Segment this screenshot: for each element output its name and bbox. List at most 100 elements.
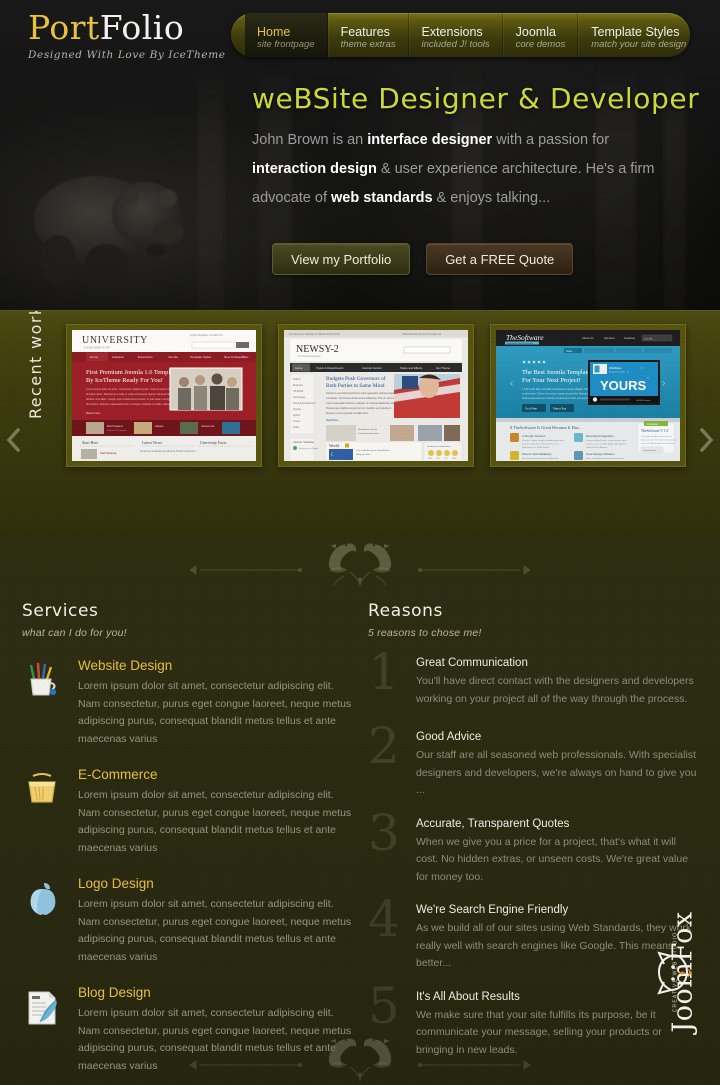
logo-wordmark: PortFolio (28, 8, 218, 48)
hero-desc-text: John Brown is an (252, 132, 368, 148)
reason-number: 3 (368, 803, 400, 862)
svg-text:Try It Free: Try It Free (525, 407, 537, 411)
reasons-title: Reasons (368, 601, 444, 621)
service-item: E-Commerce Lorem ipsum dolor sit amet, co… (22, 766, 352, 857)
svg-text:constituam. Uti rhoncus dolore: constituam. Uti rhoncus dolore lectus ad… (326, 397, 398, 400)
svg-text:Pellentesque dapibus feugiat r: Pellentesque dapibus feugiat rutrum. Cur… (326, 407, 391, 410)
document-quill-icon (22, 984, 76, 1075)
svg-text:Politics: Politics (293, 378, 301, 381)
nav-item-title: Extensions (421, 25, 483, 39)
bear-photo (34, 176, 184, 288)
recent-work-label: Recent work (26, 310, 45, 419)
service-description: Lorem ipsum dolor sit amet, consectetur … (78, 1007, 352, 1072)
svg-text:Follow us on Twitter: Follow us on Twitter (299, 447, 319, 450)
svg-text:Budgets Push Governors of: Budgets Push Governors of (326, 375, 386, 382)
reason-item: 1 Great Communication You'll have direct c… (368, 643, 698, 713)
svg-text:Login Register Contact Us: Login Register Contact Us (190, 333, 223, 337)
svg-text:TheSoftware V 1.0: TheSoftware V 1.0 (641, 429, 669, 433)
svg-text:NEWSY-2: NEWSY-2 (296, 344, 339, 355)
hero-section: PortFolio Designed With Love By IceTheme… (0, 0, 720, 310)
svg-text:Duis lorem fermentum sed. Null: Duis lorem fermentum sed. Nulla felis. (522, 457, 559, 460)
reason-description: When we give you a price for a project, … (416, 835, 689, 883)
svg-text:Video: Video (293, 426, 300, 429)
svg-text:You are here: Monday 21 March: You are here: Monday 21 March 2011 19:02 (289, 332, 340, 336)
main-content: Services what can I do for you! Website … (0, 535, 720, 1085)
svg-text:Connect. Subscribe: Connect. Subscribe (293, 441, 315, 444)
nav-item-subtitle: included J! tools (421, 39, 490, 50)
svg-text:Campus Life: Campus Life (201, 425, 215, 428)
svg-text:First Premium Joomla 1.6 Templ: First Premium Joomla 1.6 Template (86, 369, 178, 376)
view-portfolio-button[interactable]: View my Portfolio (272, 243, 411, 275)
portfolio-thumbnail[interactable]: UNIVERSITY ESTABLISHED IN 1897 Login Reg… (66, 324, 262, 467)
svg-text:Classes: Classes (155, 425, 164, 428)
service-title[interactable]: E-Commerce (78, 766, 352, 784)
reason-description: You'll have direct contact with the desi… (416, 675, 694, 705)
nav-item-title: Joomla (515, 25, 556, 39)
reason-title[interactable]: Good Advice (416, 729, 698, 745)
svg-text:Template Styles: Template Styles (190, 355, 212, 359)
portfolio-screenshot-university: UNIVERSITY ESTABLISHED IN 1897 Login Reg… (72, 330, 256, 461)
svg-text:Latest News: Latest News (142, 440, 162, 445)
chevron-left-icon (6, 428, 20, 452)
svg-text:Joomla 1.6 Campus: Joomla 1.6 Campus (107, 430, 127, 432)
svg-text:lorem malesuada tincidunt a; a: lorem malesuada tincidunt a; aliquam id … (326, 402, 396, 405)
svg-text:Your Daily Newspaper: Your Daily Newspaper (297, 355, 321, 358)
service-title[interactable]: Website Design (78, 657, 352, 675)
main-navigation[interactable]: Home site frontpage Features theme extras Ex… (231, 13, 690, 57)
apple-logo-icon (22, 875, 76, 966)
svg-text:About Us: About Us (582, 336, 594, 340)
nav-item-home[interactable]: Home site frontpage (245, 13, 328, 57)
svg-text:New IceRegalBlos: New IceRegalBlos (224, 355, 249, 359)
reasons-column: Reasons 5 reasons to chose me! 1 Great Co… (368, 600, 698, 1059)
svg-text:thesoftware: thesoftware (609, 367, 622, 370)
nav-item-features[interactable]: Features theme extras (327, 13, 409, 57)
svg-text:Praesent et arcu gravida conva: Praesent et arcu gravida convallis amet. (326, 412, 369, 415)
svg-text:Hanging Chad: Hanging Chad (356, 454, 371, 456)
svg-text:By IceTheme Ready For You!: By IceTheme Ready For You! (86, 377, 163, 384)
reason-title[interactable]: Accurate, Transparent Quotes (416, 816, 698, 832)
reason-description: As we build all of our sites using Web S… (416, 922, 692, 969)
svg-text:The Best Joomla Template: The Best Joomla Template (522, 369, 590, 376)
svg-text:Start Here: Start Here (82, 440, 99, 445)
service-title[interactable]: Blog Design (78, 984, 352, 1002)
reason-title[interactable]: It's All About Results (416, 989, 698, 1005)
hero-desc-text: & enjoys talking... (432, 190, 551, 206)
reason-title[interactable]: Great Communication (416, 655, 698, 671)
svg-text:Responsive Joomla: Responsive Joomla (609, 372, 625, 374)
get-free-quote-button[interactable]: Get a FREE Quote (426, 243, 574, 275)
svg-text:Pixel to Size Relativity: Pixel to Size Relativity (522, 452, 552, 456)
svg-text:Vivamus blandit nulla. Lorem m: Vivamus blandit nulla. Lorem mauris amet (586, 439, 627, 442)
services-subtitle: what can I do for you! (22, 627, 127, 639)
nav-item-joomla[interactable]: Joomla core demos (502, 13, 579, 57)
svg-text:Get Theme: Get Theme (436, 366, 450, 370)
pencil-cup-icon (22, 657, 76, 748)
nav-item-title: Features (340, 25, 390, 39)
shopping-basket-icon (22, 766, 76, 857)
nav-item-subtitle: theme extras (340, 39, 396, 50)
svg-text:Styles and Effects: Styles and Effects (400, 366, 423, 370)
svg-text:Home: Home (90, 355, 98, 359)
nav-item-template-styles[interactable]: Template Styles match your site design (578, 13, 690, 57)
svg-text:lorem sit. Pellentesque lectus: lorem sit. Pellentesque lectus aliquam. (641, 442, 676, 445)
reason-number: 1 (368, 643, 400, 701)
carousel-next-button[interactable] (696, 425, 718, 455)
site-logo[interactable]: PortFolio Designed With Love By IceTheme (28, 8, 226, 61)
svg-text:Technology: Technology (293, 396, 306, 399)
service-title[interactable]: Logo Design (78, 875, 352, 893)
reason-description: We make sure that your site fulfills its… (416, 1008, 662, 1056)
logo-tagline: Designed With Love By IceTheme (28, 49, 226, 61)
hero-title: weBSite Designer & Developer (252, 82, 700, 115)
svg-text:Fabulous exercitatio intention: Fabulous exercitatio intentionem clarus … (326, 392, 397, 395)
reason-title[interactable]: We're Search Engine Friendly (416, 902, 698, 918)
logo-text-part1: Port (28, 8, 100, 47)
svg-text:U.S. to Aid Envoy for Libya Re: U.S. to Aid Envoy for Libya Rebels (356, 449, 390, 452)
svg-text:Nunc convallis fermentum quam: Nunc convallis fermentum quam ornare. (586, 457, 625, 460)
portfolio-thumbnail[interactable]: You are here: Monday 21 March 2011 19:02… (278, 324, 474, 467)
nav-item-extensions[interactable]: Extensions included J! tools (408, 13, 503, 57)
svg-text:UNIVERSITY: UNIVERSITY (82, 335, 148, 346)
carousel-prev-button[interactable] (2, 425, 24, 455)
service-body: Logo Design Lorem ipsum dolor sit amet, c… (76, 875, 352, 966)
portfolio-thumbnail[interactable]: TheSoftware Responsive Joomla Template A… (490, 324, 686, 467)
nav-item-title: Home (257, 25, 291, 39)
hero-buttons: View my Portfolio Get a FREE Quote (272, 243, 574, 275)
